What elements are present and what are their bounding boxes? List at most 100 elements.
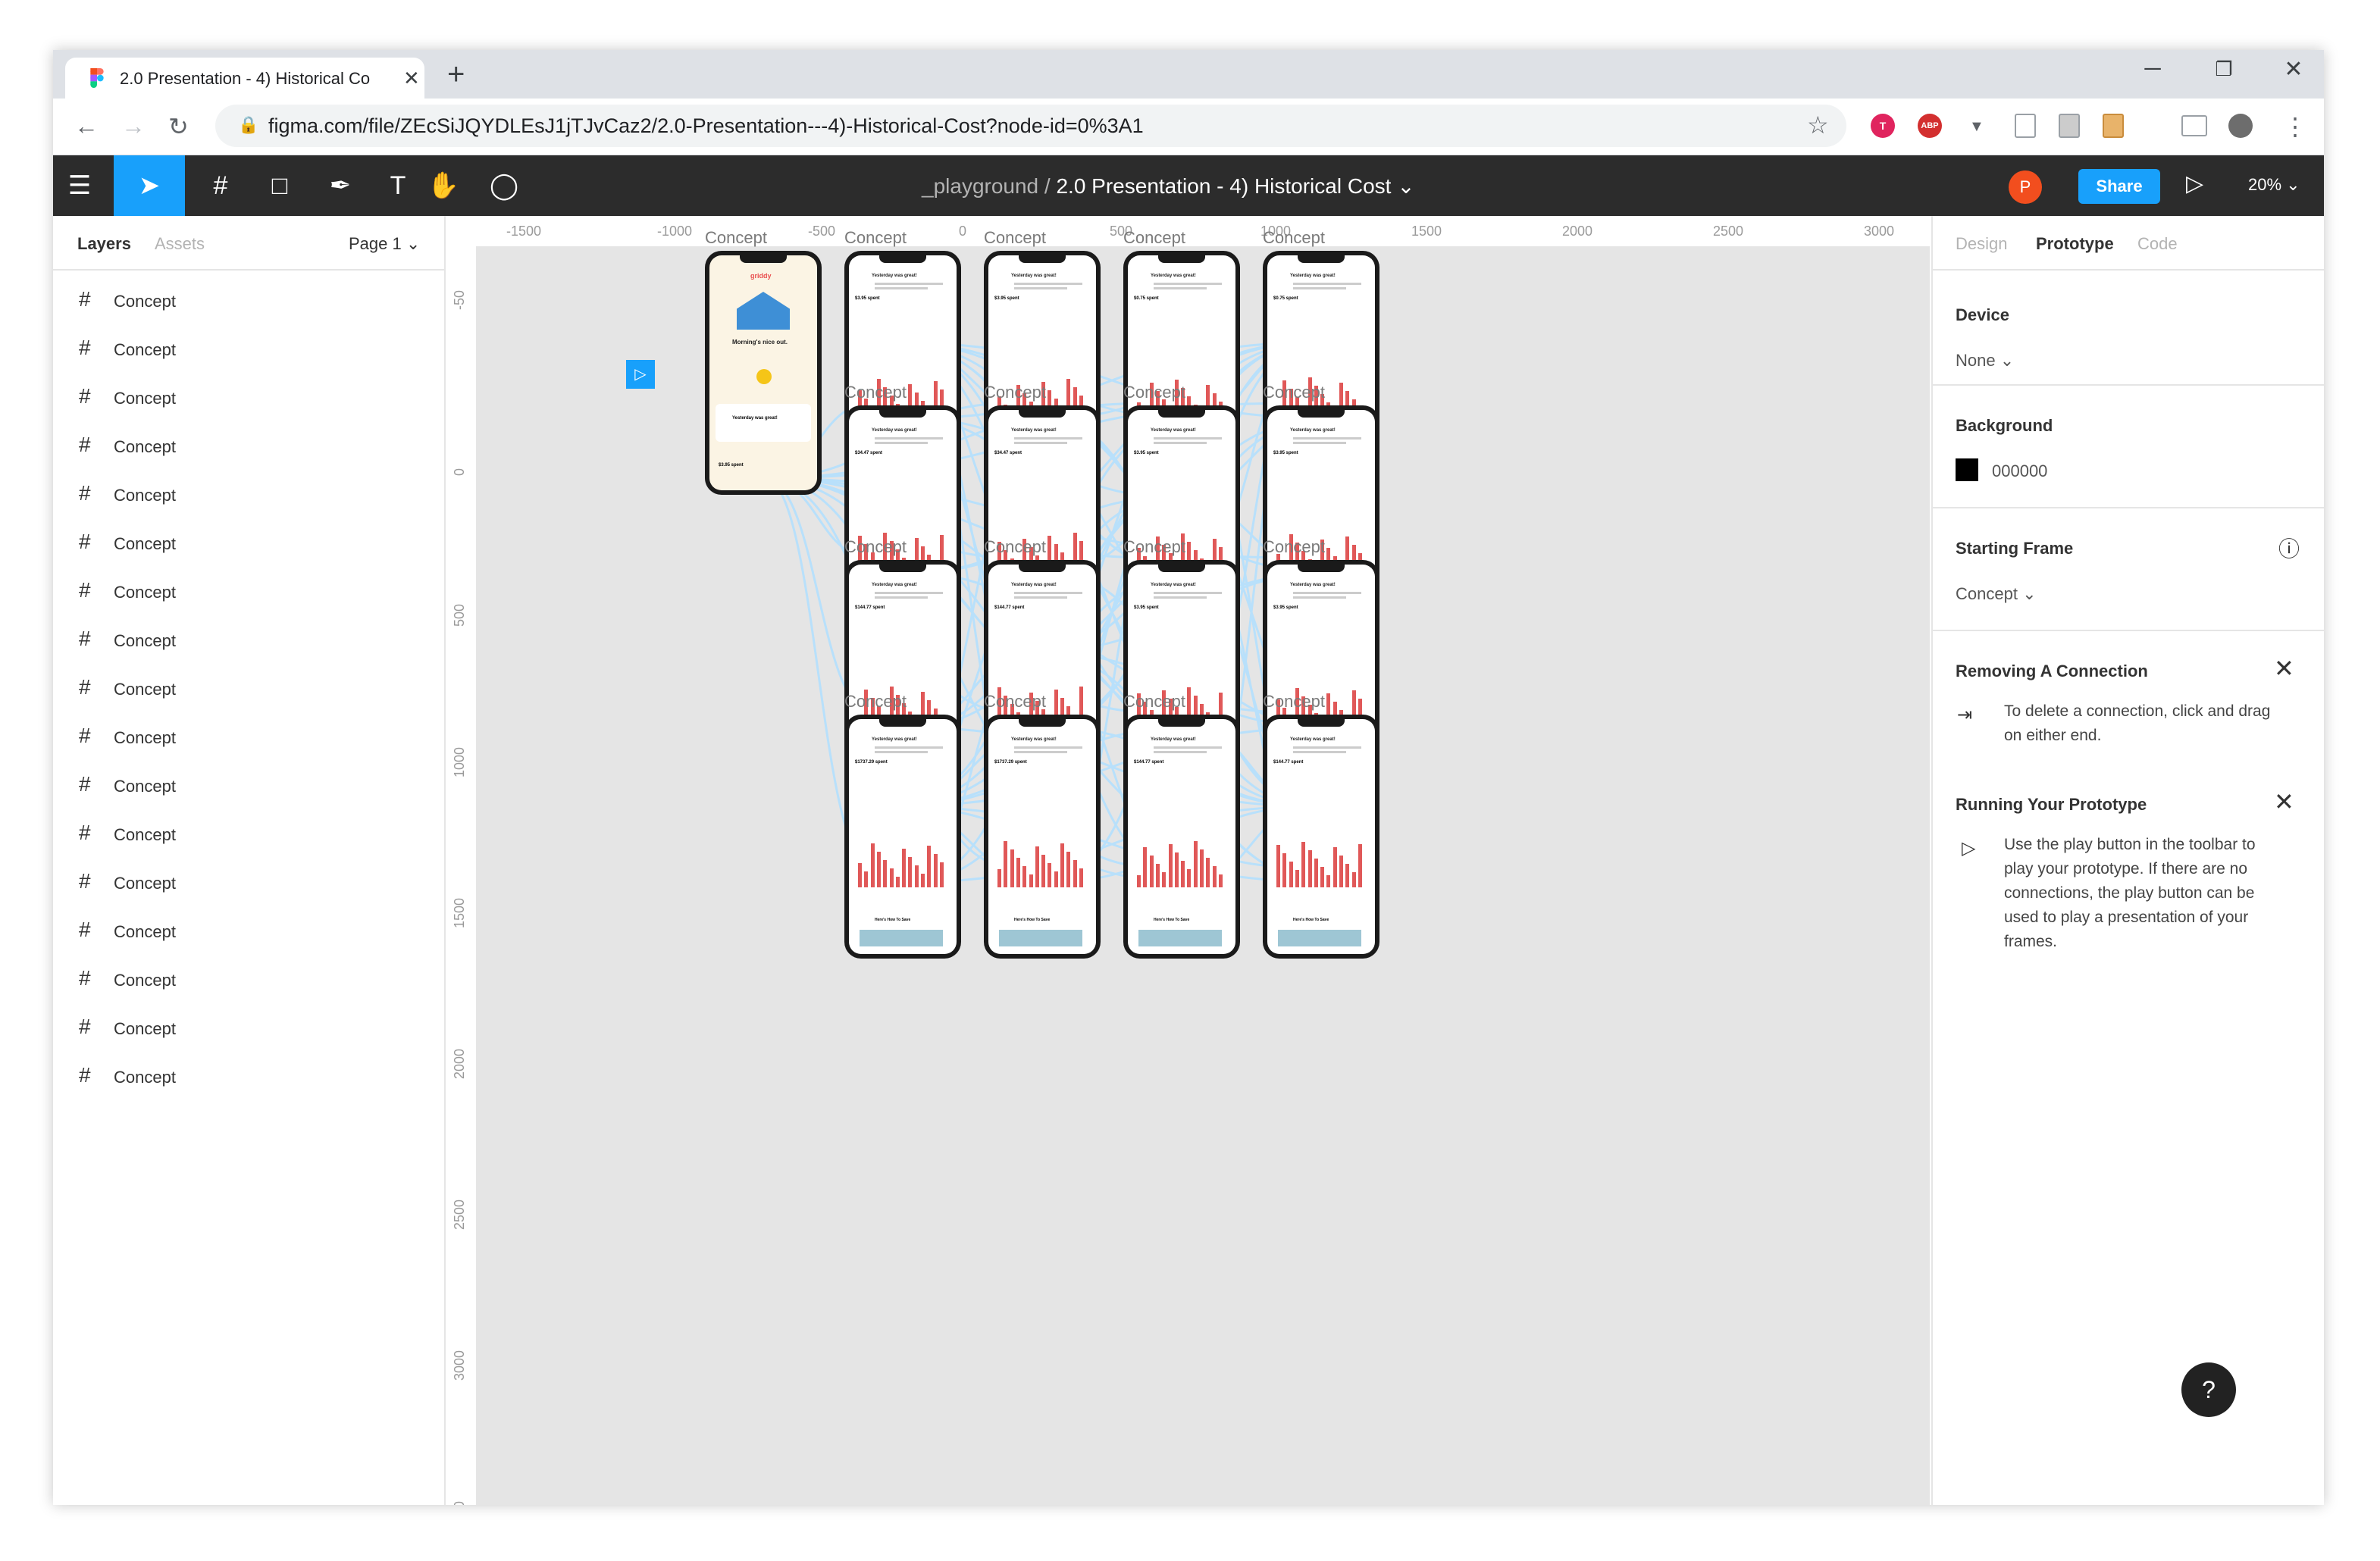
user-avatar[interactable]: P <box>2009 170 2042 204</box>
frame-label[interactable]: Concept <box>1123 537 1185 557</box>
layer-item[interactable]: # Concept <box>53 859 444 907</box>
close-icon[interactable]: ✕ <box>2274 787 2294 816</box>
layer-item[interactable]: # Concept <box>53 519 444 568</box>
phone-frame[interactable]: Yesterday was great! $1737.29 spent Here's… <box>844 715 961 959</box>
extension-icon[interactable] <box>2059 114 2080 138</box>
frame-label[interactable]: Concept <box>1123 692 1185 712</box>
frame-label[interactable]: Concept <box>705 228 767 248</box>
back-arrow-icon[interactable]: ← <box>74 112 99 140</box>
layer-item[interactable]: # Concept <box>53 422 444 471</box>
minimize-button[interactable]: ─ <box>2130 56 2175 82</box>
frame-label[interactable]: Concept <box>844 228 907 248</box>
starting-frame-play-icon[interactable]: ▷ <box>626 360 655 389</box>
frame-label[interactable]: Concept <box>1263 537 1325 557</box>
shape-tool-icon[interactable]: □ <box>253 155 306 216</box>
design-canvas[interactable]: -1500 -1000 -500 0 500 1000 1500 2000 2500 3000 -… <box>446 216 1930 1505</box>
bookmark-star-icon[interactable]: ☆ <box>1807 111 1829 139</box>
background-hex-input[interactable]: 000000 <box>1992 461 2047 481</box>
phone-frame[interactable]: griddy Morning's nice out. Yesterday was g… <box>705 251 822 495</box>
reload-icon[interactable]: ↻ <box>168 112 189 141</box>
text-placeholder <box>1293 592 1361 594</box>
frame-label[interactable]: Concept <box>984 692 1046 712</box>
cast-icon[interactable] <box>2181 115 2207 136</box>
frame-label[interactable]: Concept <box>844 692 907 712</box>
phone-notch <box>1019 719 1066 727</box>
phone-frame[interactable]: Yesterday was great! $144.77 spent Here's … <box>1123 715 1240 959</box>
frame-label[interactable]: Concept <box>1123 383 1185 402</box>
extension-icon[interactable] <box>2103 114 2124 138</box>
document-extension-icon[interactable] <box>2015 114 2036 138</box>
tab-design[interactable]: Design <box>1956 234 2007 254</box>
footer-label: Here's How To Save <box>1293 918 1329 922</box>
color-swatch[interactable] <box>1956 458 1978 481</box>
tab-code[interactable]: Code <box>2137 234 2178 254</box>
share-button[interactable]: Share <box>2078 169 2160 204</box>
new-tab-button[interactable]: + <box>447 58 465 92</box>
profile-avatar[interactable] <box>2228 114 2253 138</box>
main-menu-icon[interactable]: ☰ <box>53 155 106 216</box>
layer-item[interactable]: # Concept <box>53 1004 444 1053</box>
tab-close-icon[interactable]: ✕ <box>403 67 420 90</box>
help-button[interactable]: ? <box>2181 1362 2236 1417</box>
close-window-button[interactable]: ✕ <box>2271 56 2316 83</box>
layer-item[interactable]: # Concept <box>53 713 444 762</box>
layer-item[interactable]: # Concept <box>53 907 444 956</box>
page-selector[interactable]: Page 1 ⌄ <box>349 234 420 254</box>
chart-bar <box>921 874 925 887</box>
phone-frame[interactable]: Yesterday was great! $1737.29 spent Here's… <box>984 715 1101 959</box>
more-menu-icon[interactable]: ⋮ <box>2283 112 2307 141</box>
frame-label[interactable]: Concept <box>1263 692 1325 712</box>
frame-label[interactable]: Concept <box>844 537 907 557</box>
layer-item[interactable]: # Concept <box>53 471 444 519</box>
layer-item[interactable]: # Concept <box>53 956 444 1004</box>
device-dropdown[interactable]: None ⌄ <box>1956 351 2014 371</box>
tab-prototype[interactable]: Prototype <box>2036 234 2114 254</box>
frame-label[interactable]: Concept <box>1263 383 1325 402</box>
frame-label[interactable]: Concept <box>984 228 1046 248</box>
layer-item[interactable]: # Concept <box>53 810 444 859</box>
browser-tab[interactable]: 2.0 Presentation - 4) Historical Co ✕ <box>65 58 424 99</box>
frame-label[interactable]: Concept <box>1123 228 1185 248</box>
extension-icon[interactable]: T <box>1871 114 1895 138</box>
layer-item[interactable]: # Concept <box>53 568 444 616</box>
layer-item[interactable]: # Concept <box>53 762 444 810</box>
tab-layers[interactable]: Layers <box>77 234 131 254</box>
removing-text: To delete a connection, click and drag o… <box>2004 702 2271 744</box>
layer-item[interactable]: # Concept <box>53 277 444 325</box>
text-placeholder <box>875 442 928 444</box>
zoom-dropdown[interactable]: 20% ⌄ <box>2248 175 2300 195</box>
layer-item[interactable]: # Concept <box>53 1053 444 1101</box>
layer-item[interactable]: # Concept <box>53 374 444 422</box>
layer-item[interactable]: # Concept <box>53 325 444 374</box>
hand-tool-icon[interactable]: ✋ <box>417 155 470 216</box>
layer-item[interactable]: # Concept <box>53 665 444 713</box>
frame-label[interactable]: Concept <box>1263 228 1325 248</box>
chevron-down-icon[interactable]: ⌄ <box>1397 174 1414 198</box>
adblock-icon[interactable]: ABP <box>1918 114 1942 138</box>
comment-tool-icon[interactable]: ◯ <box>478 155 531 216</box>
footer-image <box>999 930 1082 946</box>
layer-item[interactable]: # Concept <box>53 616 444 665</box>
chart-bar <box>914 865 919 887</box>
frame-tool-icon[interactable]: # <box>194 155 247 216</box>
file-name[interactable]: 2.0 Presentation - 4) Historical Cost <box>1056 174 1391 198</box>
frame-label[interactable]: Concept <box>844 383 907 402</box>
play-icon: ▷ <box>1962 838 1976 859</box>
help-circle-icon[interactable]: ⓘ <box>2278 533 2300 563</box>
close-icon[interactable]: ✕ <box>2274 654 2294 683</box>
phone-frame[interactable]: Yesterday was great! $144.77 spent Here's … <box>1263 715 1379 959</box>
starting-frame-dropdown[interactable]: Concept ⌄ <box>1956 584 2037 604</box>
omnibox[interactable]: 🔒 figma.com/file/ZEcSiJQYDLEsJ1jTJvCaz2/… <box>215 105 1846 147</box>
project-name[interactable]: _playground <box>922 174 1038 198</box>
pen-tool-icon[interactable]: ✒ <box>314 155 367 216</box>
device-section: Device None ⌄ <box>1933 271 2324 386</box>
present-play-icon[interactable]: ▷ <box>2186 170 2203 197</box>
frame-label[interactable]: Concept <box>984 537 1046 557</box>
chevron-down-icon[interactable]: ▼ <box>1969 118 1984 136</box>
file-breadcrumb[interactable]: _playground / 2.0 Presentation - 4) Hist… <box>922 174 1415 199</box>
move-tool-icon[interactable]: ➤ <box>114 155 185 216</box>
restore-button[interactable]: ❐ <box>2201 58 2247 81</box>
forward-arrow-icon[interactable]: → <box>121 112 146 140</box>
tab-assets[interactable]: Assets <box>155 234 205 254</box>
frame-label[interactable]: Concept <box>984 383 1046 402</box>
